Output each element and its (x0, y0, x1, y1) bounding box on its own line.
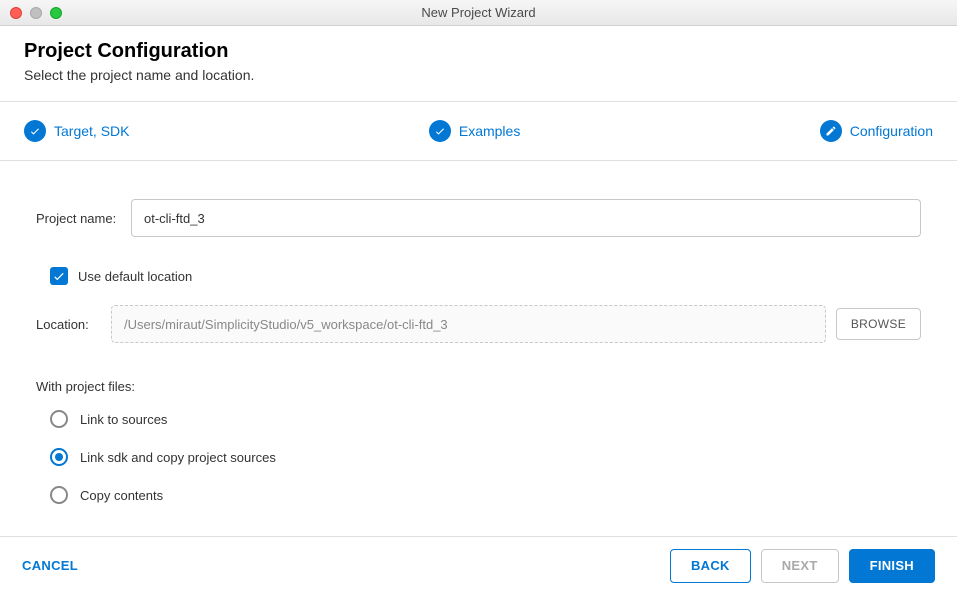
back-button[interactable]: BACK (670, 549, 751, 583)
step-label: Configuration (850, 123, 933, 139)
titlebar: New Project Wizard (0, 0, 957, 26)
radio-unchecked-icon (50, 410, 68, 428)
step-configuration[interactable]: Configuration (820, 120, 933, 142)
checkbox-label: Use default location (78, 269, 192, 284)
wizard-header: Project Configuration Select the project… (0, 26, 957, 102)
radio-checked-icon (50, 448, 68, 466)
radio-link-to-sources[interactable]: Link to sources (50, 410, 921, 428)
radio-unchecked-icon (50, 486, 68, 504)
wizard-footer: CANCEL BACK NEXT FINISH (0, 536, 957, 594)
close-window-button[interactable] (10, 7, 22, 19)
radio-link-sdk-copy[interactable]: Link sdk and copy project sources (50, 448, 921, 466)
radio-label: Link sdk and copy project sources (80, 450, 276, 465)
wizard-stepper: Target, SDK Examples Configuration (0, 102, 957, 161)
next-button: NEXT (761, 549, 839, 583)
checkbox-checked-icon (50, 267, 68, 285)
finish-button[interactable]: FINISH (849, 549, 935, 583)
location-label: Location: (36, 317, 101, 332)
with-project-files-label: With project files: (36, 379, 921, 394)
check-icon (429, 120, 451, 142)
step-examples[interactable]: Examples (429, 120, 520, 142)
pencil-icon (820, 120, 842, 142)
step-label: Target, SDK (54, 123, 129, 139)
use-default-location-checkbox[interactable]: Use default location (50, 267, 921, 285)
project-name-input[interactable] (131, 199, 921, 237)
step-label: Examples (459, 123, 520, 139)
location-input (111, 305, 826, 343)
project-name-label: Project name: (36, 211, 131, 226)
maximize-window-button[interactable] (50, 7, 62, 19)
window-title: New Project Wizard (0, 5, 957, 20)
minimize-window-button[interactable] (30, 7, 42, 19)
page-subtitle: Select the project name and location. (24, 67, 933, 83)
page-title: Project Configuration (24, 40, 933, 63)
cancel-button[interactable]: CANCEL (22, 558, 78, 573)
check-icon (24, 120, 46, 142)
radio-label: Copy contents (80, 488, 163, 503)
wizard-content: Project name: Use default location Locat… (0, 161, 957, 534)
radio-copy-contents[interactable]: Copy contents (50, 486, 921, 504)
step-target-sdk[interactable]: Target, SDK (24, 120, 129, 142)
browse-button[interactable]: BROWSE (836, 308, 921, 340)
radio-label: Link to sources (80, 412, 167, 427)
window-controls (10, 7, 62, 19)
